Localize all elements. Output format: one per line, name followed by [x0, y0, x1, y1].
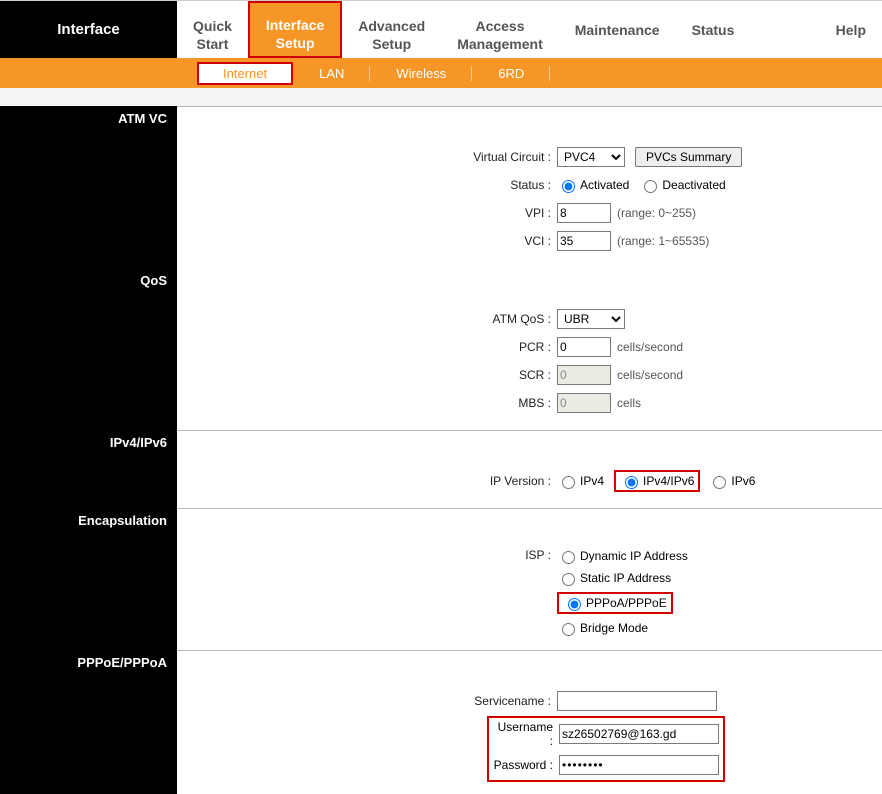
- mbs-input: [557, 393, 611, 413]
- pcr-unit: cells/second: [617, 340, 683, 354]
- section-header-atm-vc-right: [177, 106, 882, 132]
- vci-range: (range: 1~65535): [617, 234, 709, 248]
- section-header-qos: QoS: [0, 268, 177, 294]
- isp-static-text: Static IP Address: [580, 571, 671, 585]
- vci-label: VCI :: [177, 234, 557, 248]
- subnav-internet[interactable]: Internet: [197, 62, 293, 85]
- pcr-label: PCR :: [177, 340, 557, 354]
- status-activated-text: Activated: [580, 178, 629, 192]
- vpi-label: VPI :: [177, 206, 557, 220]
- sub-nav-bar: Internet LAN Wireless 6RD: [0, 58, 882, 88]
- tab-status[interactable]: Status: [676, 1, 751, 58]
- side-atm: [0, 132, 177, 268]
- scr-label: SCR :: [177, 368, 557, 382]
- gap-right: [177, 88, 882, 106]
- isp-dynamic-radio[interactable]: Dynamic IP Address: [557, 548, 688, 564]
- side-qos: [0, 294, 177, 430]
- password-input[interactable]: [559, 755, 719, 775]
- ipv4ipv6-highlight: IPv4/IPv6: [614, 470, 700, 492]
- section-header-qos-right: [177, 268, 882, 294]
- status-deactivated-text: Deactivated: [662, 178, 725, 192]
- vc-label: Virtual Circuit :: [177, 150, 557, 164]
- brand-title: Interface: [0, 1, 177, 58]
- section-header-atm-vc: ATM VC: [0, 106, 177, 132]
- scr-unit: cells/second: [617, 368, 683, 382]
- isp-dynamic-input[interactable]: [562, 551, 575, 564]
- ipv4ipv6-input[interactable]: [625, 476, 638, 489]
- status-deactivated-radio[interactable]: Deactivated: [639, 177, 725, 193]
- virtual-circuit-select[interactable]: PVC4: [557, 147, 625, 167]
- atmqos-label: ATM QoS :: [177, 312, 557, 326]
- atmqos-select[interactable]: UBR: [557, 309, 625, 329]
- ipv6-radio[interactable]: IPv6: [708, 473, 755, 489]
- section-header-ipversion: IPv4/IPv6: [0, 430, 177, 456]
- password-label: Password :: [493, 758, 559, 772]
- main-tabs: Quick Start Interface Setup Advanced Set…: [177, 1, 882, 58]
- isp-bridge-text: Bridge Mode: [580, 621, 648, 635]
- pvcs-summary-button[interactable]: PVCs Summary: [635, 147, 742, 167]
- pppoe-form: Servicename : Username : Password :: [177, 676, 882, 794]
- pcr-input[interactable]: [557, 337, 611, 357]
- ipv4ipv6-radio[interactable]: IPv4/IPv6: [620, 473, 694, 489]
- subnav-6rd[interactable]: 6RD: [472, 62, 550, 85]
- ipv6-text: IPv6: [731, 474, 755, 488]
- tab-help[interactable]: Help: [820, 1, 882, 58]
- top-bar: Interface Quick Start Interface Setup Ad…: [0, 0, 882, 58]
- tab-interface-setup[interactable]: Interface Setup: [248, 1, 342, 58]
- qos-form: ATM QoS : UBR PCR : cells/second SCR : c…: [177, 294, 882, 430]
- section-header-pppoe: PPPoE/PPPoA: [0, 650, 177, 676]
- section-header-pppoe-right: [177, 650, 882, 676]
- ipver-form: IP Version : IPv4 IPv4/IPv6 IPv6: [177, 456, 882, 508]
- vpi-input[interactable]: [557, 203, 611, 223]
- section-header-ipversion-right: [177, 430, 882, 456]
- tab-quick-start[interactable]: Quick Start: [177, 1, 248, 58]
- ipv4-radio[interactable]: IPv4: [557, 473, 604, 489]
- side-encap: [0, 534, 177, 650]
- credentials-highlight: Username : Password :: [487, 716, 725, 782]
- mbs-unit: cells: [617, 396, 641, 410]
- username-label: Username :: [493, 720, 559, 748]
- username-input[interactable]: [559, 724, 719, 744]
- ipversion-label: IP Version :: [177, 474, 557, 488]
- subnav-wireless[interactable]: Wireless: [370, 62, 472, 85]
- isp-label: ISP :: [177, 546, 557, 562]
- subnav-lan[interactable]: LAN: [293, 62, 370, 85]
- isp-bridge-radio[interactable]: Bridge Mode: [557, 620, 688, 636]
- isp-pppoa-text: PPPoA/PPPoE: [586, 596, 667, 610]
- atm-form: Virtual Circuit : PVC4 PVCs Summary Stat…: [177, 132, 882, 268]
- status-label: Status :: [177, 178, 557, 192]
- servicename-input[interactable]: [557, 691, 717, 711]
- isp-static-input[interactable]: [562, 573, 575, 586]
- status-activated-radio[interactable]: Activated: [557, 177, 629, 193]
- tab-maintenance[interactable]: Maintenance: [559, 1, 676, 58]
- side-pppoe: [0, 676, 177, 794]
- scr-input: [557, 365, 611, 385]
- isp-pppoa-radio[interactable]: PPPoA/PPPoE: [563, 595, 667, 611]
- isp-options: Dynamic IP Address Static IP Address PPP…: [557, 546, 698, 636]
- side-ipver: [0, 456, 177, 508]
- status-deactivated-input[interactable]: [644, 180, 657, 193]
- ipv4-text: IPv4: [580, 474, 604, 488]
- vpi-range: (range: 0~255): [617, 206, 696, 220]
- ipv4-input[interactable]: [562, 476, 575, 489]
- mbs-label: MBS :: [177, 396, 557, 410]
- vci-input[interactable]: [557, 231, 611, 251]
- encap-form: ISP : Dynamic IP Address Static IP Addre…: [177, 534, 882, 650]
- section-header-encapsulation: Encapsulation: [0, 508, 177, 534]
- isp-bridge-input[interactable]: [562, 623, 575, 636]
- sub-nav: Internet LAN Wireless 6RD: [177, 58, 882, 88]
- tab-advanced-setup[interactable]: Advanced Setup: [342, 1, 441, 58]
- isp-pppoa-highlight: PPPoA/PPPoE: [557, 592, 673, 614]
- ipv6-input[interactable]: [713, 476, 726, 489]
- tab-access-management[interactable]: Access Management: [441, 1, 559, 58]
- subnav-spacer: [0, 58, 177, 88]
- servicename-label: Servicename :: [177, 694, 557, 708]
- status-activated-input[interactable]: [562, 180, 575, 193]
- ipv4ipv6-text: IPv4/IPv6: [643, 474, 694, 488]
- isp-static-radio[interactable]: Static IP Address: [557, 570, 688, 586]
- gap-left: [0, 88, 177, 106]
- isp-pppoa-input[interactable]: [568, 598, 581, 611]
- section-header-encapsulation-right: [177, 508, 882, 534]
- isp-dynamic-text: Dynamic IP Address: [580, 549, 688, 563]
